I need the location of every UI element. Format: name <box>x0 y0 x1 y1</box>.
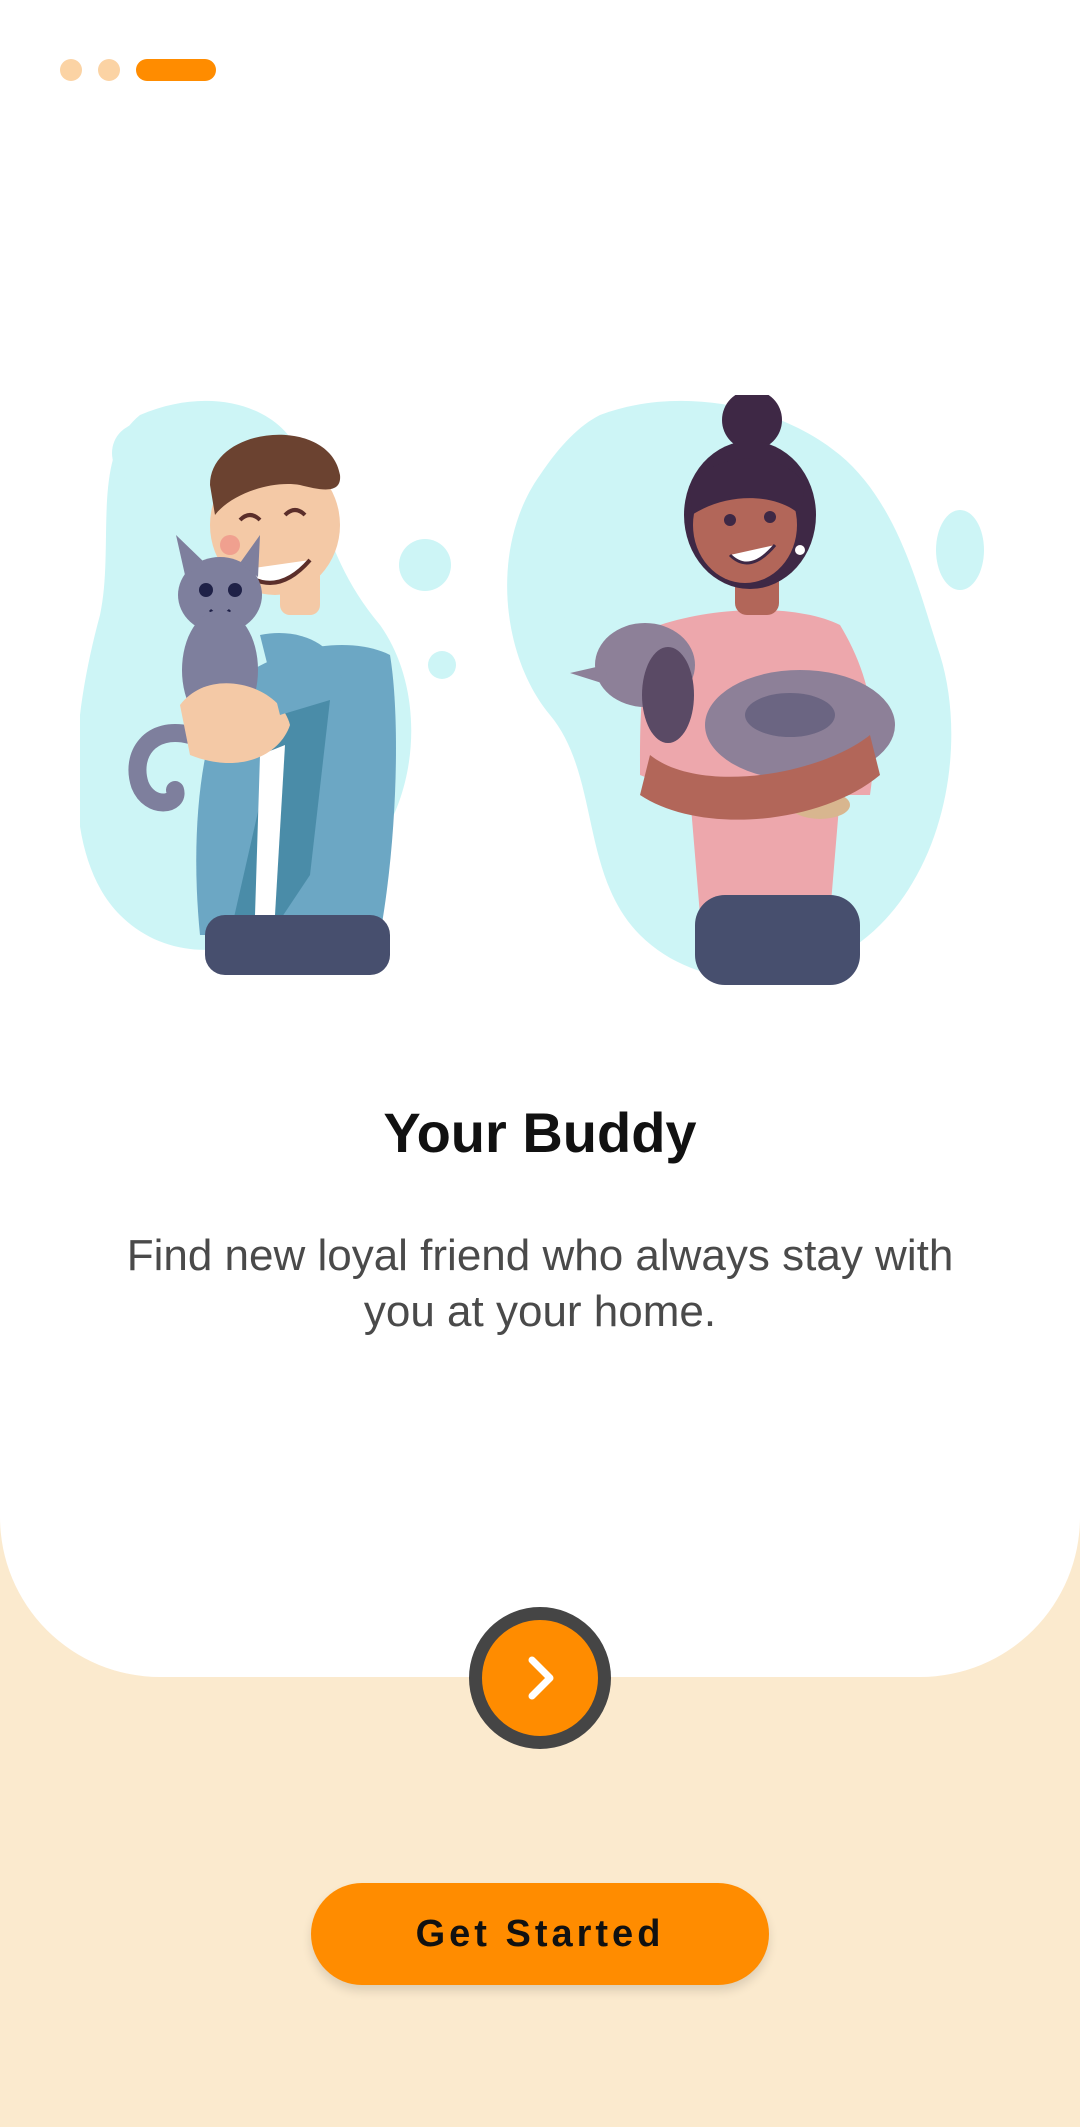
chevron-right-icon <box>528 1656 554 1700</box>
onboarding-subtitle: Find new loyal friend who always stay wi… <box>126 1231 954 1336</box>
page-dot-3-active[interactable] <box>136 59 216 81</box>
page-dot-2[interactable] <box>98 59 120 81</box>
page-indicator <box>60 59 216 81</box>
onboarding-card: Your Buddy Find new loyal friend who alw… <box>0 0 1080 1677</box>
next-button[interactable] <box>469 1607 611 1749</box>
page-dot-1[interactable] <box>60 59 82 81</box>
woman-with-dog-figure <box>507 395 984 985</box>
get-started-button[interactable]: Get Started <box>311 1883 769 1985</box>
man-with-cat-figure <box>80 400 456 975</box>
pet-owners-illustration <box>80 395 984 985</box>
onboarding-title: Your Buddy <box>383 1101 697 1164</box>
